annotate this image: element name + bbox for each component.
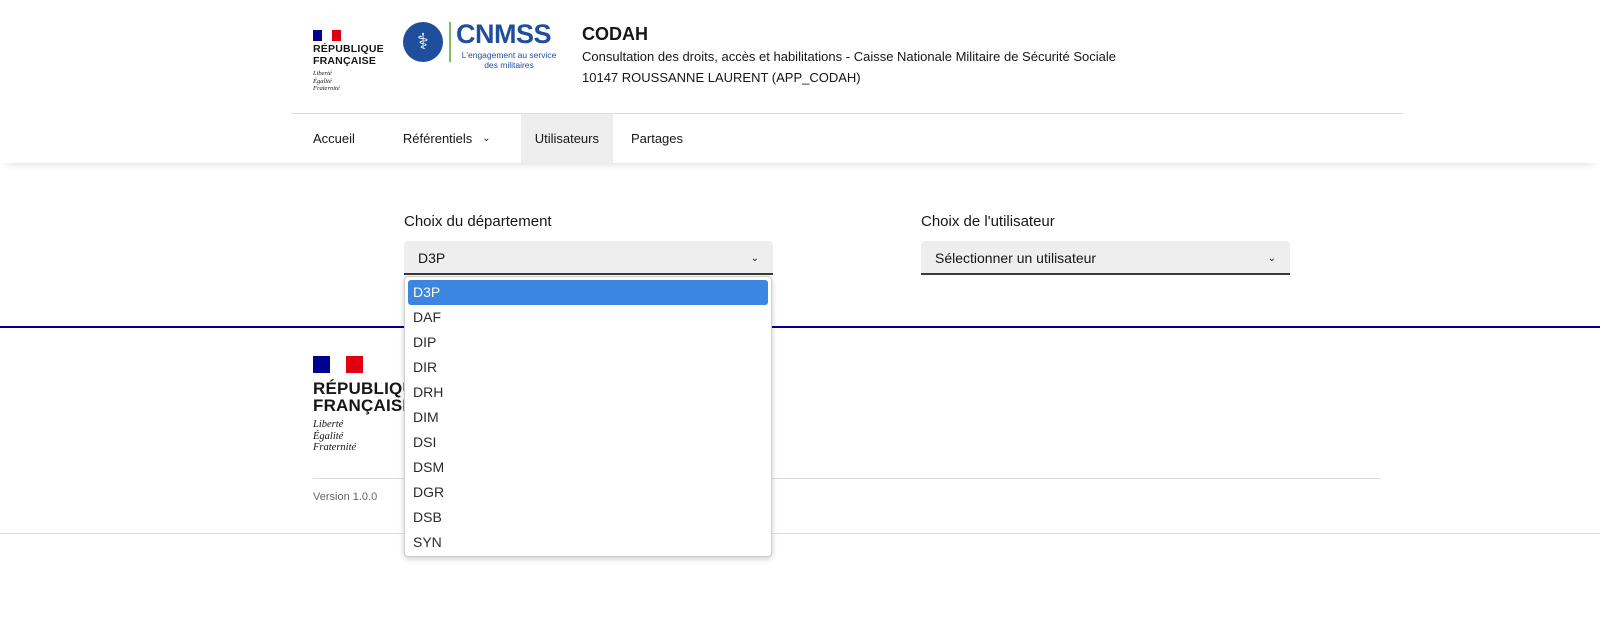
cnmss-tagline-line-1: L'engagement au service: [461, 50, 557, 60]
nav-item-referentiels[interactable]: Référentiels ⌄: [389, 114, 505, 163]
site-footer: RÉPUBLIQUE FRANÇAISE Liberté Égalité Fra…: [0, 326, 1600, 534]
cnmss-emblem-icon: ⚕: [403, 22, 443, 62]
department-label: Choix du département: [404, 213, 552, 230]
chevron-down-icon: ⌄: [482, 133, 491, 144]
nav-item-accueil[interactable]: Accueil: [299, 114, 369, 163]
nav-label: Partages: [630, 131, 684, 146]
dropdown-option-dsi[interactable]: DSI: [408, 430, 768, 455]
dropdown-option-syn[interactable]: SYN: [408, 530, 768, 555]
cnmss-tagline: L'engagement au service des militaires: [459, 50, 559, 70]
service-block: CODAH Consultation des droits, accès et …: [582, 22, 1116, 87]
motto-fraternite: Fraternité: [313, 85, 340, 92]
dropdown-option-dgr[interactable]: DGR: [408, 480, 768, 505]
nav-item-partages[interactable]: Partages: [617, 114, 697, 163]
version-text: Version 1.0.0: [313, 491, 378, 503]
cnmss-logo[interactable]: ⚕ CNMSS L'engagement au service des mili…: [403, 19, 559, 70]
cnmss-wordmark: CNMSS: [456, 19, 552, 49]
logo-line-2: FRANÇAISE: [313, 54, 377, 67]
french-flag-icon: [313, 30, 341, 41]
nav-label: Utilisateurs: [534, 131, 599, 146]
dropdown-option-d3p[interactable]: D3P: [408, 280, 768, 305]
nav-item-utilisateurs[interactable]: Utilisateurs: [520, 114, 613, 163]
motto-liberte: Liberté: [313, 70, 332, 77]
nav-label: Accueil: [313, 131, 355, 146]
user-select-value: Sélectionner un utilisateur: [935, 250, 1097, 266]
app-description: Consultation des droits, accès et habili…: [582, 49, 1116, 64]
dropdown-option-dir[interactable]: DIR: [408, 355, 768, 380]
user-select[interactable]: Sélectionner un utilisateur ⌄: [921, 241, 1290, 275]
department-dropdown-list[interactable]: D3P DAF DIP DIR DRH DIM DSI DSM DGR DSB …: [404, 276, 772, 557]
motto-egalite: Égalité: [313, 77, 332, 85]
dropdown-option-dim[interactable]: DIM: [408, 405, 768, 430]
logo-line-1: RÉPUBLIQUE: [313, 43, 384, 55]
cnmss-tagline-line-2: des militaires: [484, 60, 534, 70]
department-select[interactable]: D3P ⌄: [404, 241, 773, 275]
nav-label: Référentiels: [402, 131, 473, 146]
chevron-down-icon: ⌄: [750, 252, 759, 264]
dropdown-option-dsm[interactable]: DSM: [408, 455, 768, 480]
header-body: RÉPUBLIQUE FRANÇAISE Liberté Égalité Fra…: [291, 0, 1403, 114]
dropdown-option-dip[interactable]: DIP: [408, 330, 768, 355]
site-header: RÉPUBLIQUE FRANÇAISE Liberté Égalité Fra…: [0, 0, 1600, 163]
current-user: 10147 ROUSSANNE LAURENT (APP_CODAH): [582, 70, 861, 85]
department-select-value: D3P: [418, 250, 446, 266]
french-flag-icon: [313, 356, 364, 373]
dropdown-option-drh[interactable]: DRH: [408, 380, 768, 405]
republique-francaise-logo[interactable]: RÉPUBLIQUE FRANÇAISE Liberté Égalité Fra…: [313, 30, 384, 93]
chevron-down-icon: ⌄: [1267, 252, 1276, 264]
app-title[interactable]: CODAH: [582, 22, 1116, 46]
user-select-label: Choix de l'utilisateur: [921, 213, 1055, 230]
dropdown-option-daf[interactable]: DAF: [408, 305, 768, 330]
logo-divider: [449, 22, 451, 62]
main-navigation: Accueil Référentiels ⌄ Utilisateurs Part…: [291, 114, 697, 163]
dropdown-option-dsb[interactable]: DSB: [408, 505, 768, 530]
